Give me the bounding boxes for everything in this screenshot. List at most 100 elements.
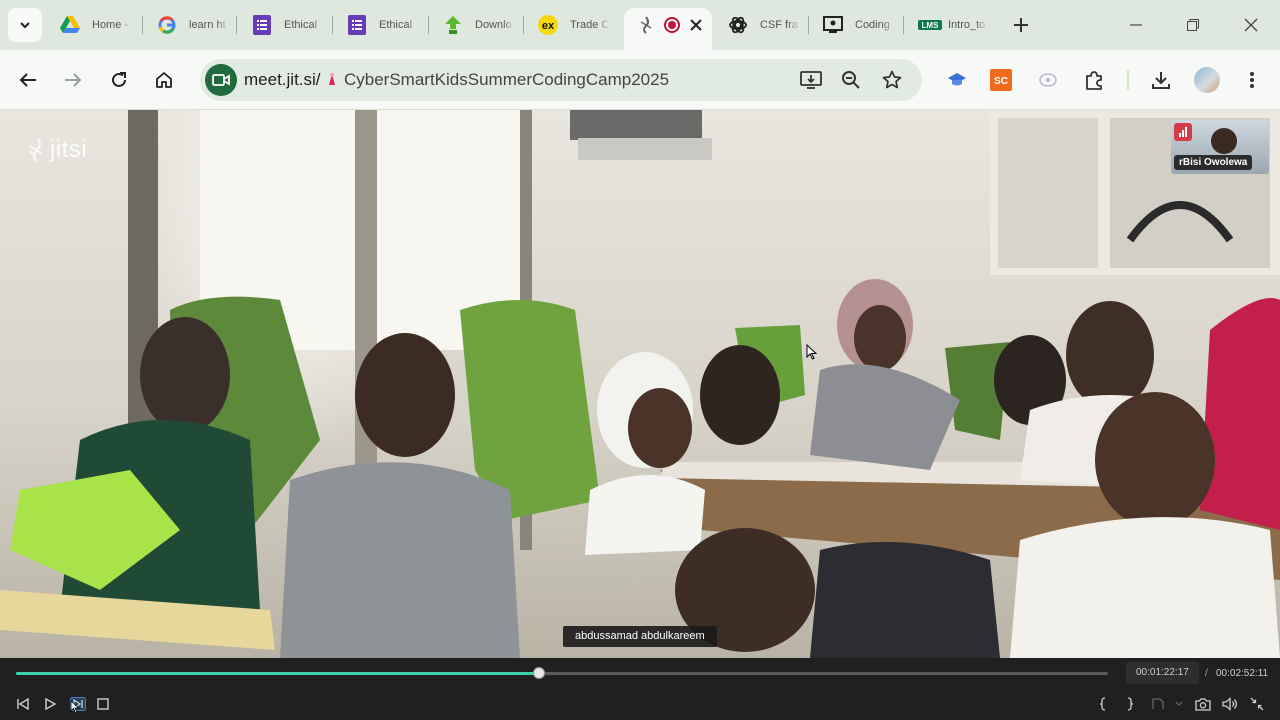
- tab-title: Home -: [92, 19, 129, 31]
- openai-icon: [728, 15, 748, 35]
- restore-button[interactable]: [1178, 10, 1208, 40]
- stop-button[interactable]: [92, 694, 114, 714]
- tab-title: Trade C: [570, 19, 610, 31]
- volume-button[interactable]: [1219, 694, 1241, 714]
- time-separator: /: [1205, 668, 1208, 679]
- plus-icon: [1014, 18, 1028, 32]
- more-vertical-icon: [1250, 72, 1254, 88]
- extension-sc-button[interactable]: SC: [986, 64, 1016, 96]
- close-tab-icon[interactable]: [688, 17, 704, 33]
- extension-pill-button[interactable]: [1033, 64, 1063, 96]
- tab-ethical-2[interactable]: Ethical: [347, 8, 419, 42]
- connection-status-badge[interactable]: [1174, 123, 1192, 141]
- close-window-button[interactable]: [1236, 10, 1266, 40]
- brace-left-icon: [1099, 697, 1106, 711]
- clip-options-button[interactable]: [1168, 694, 1190, 714]
- jitsi-logo: jitsi: [26, 136, 87, 164]
- participant-name: rBisi Owolewa: [1174, 155, 1253, 170]
- install-app-button[interactable]: [796, 65, 826, 95]
- forward-button[interactable]: [57, 64, 89, 96]
- step-back-icon: [17, 698, 29, 710]
- ex-icon: ex: [538, 15, 558, 35]
- sc-extension-icon: SC: [990, 69, 1012, 91]
- tab-title: Ethical: [284, 19, 318, 31]
- clip-export-button[interactable]: [1147, 694, 1169, 714]
- tab-separator: [523, 16, 524, 34]
- collapse-icon: [1250, 697, 1264, 711]
- site-info-button[interactable]: [205, 64, 237, 96]
- camera-icon: [212, 74, 230, 86]
- camera-icon: [1195, 697, 1211, 711]
- mark-out-button[interactable]: [1119, 694, 1141, 714]
- back-button[interactable]: [12, 64, 44, 96]
- tab-strip: Home - learn ht Ethical Ethical Downlo e…: [0, 0, 1280, 50]
- tab-download[interactable]: Downlo: [443, 8, 515, 42]
- seek-bar[interactable]: [16, 667, 1108, 679]
- tab-ethical-1[interactable]: Ethical: [252, 8, 324, 42]
- lms-icon: LMS: [918, 15, 942, 35]
- meeting-video[interactable]: jitsi rBisi Owolewa abdussamad abdulkare…: [0, 110, 1280, 658]
- participant-thumbnail[interactable]: rBisi Owolewa: [1171, 120, 1269, 174]
- signal-bars-icon: [1179, 127, 1187, 137]
- speaker-name-label: abdussamad abdulkareem: [563, 626, 717, 647]
- tab-intro[interactable]: LMS Intro_to: [918, 8, 988, 42]
- extensions-button[interactable]: [1079, 64, 1109, 96]
- install-icon: [800, 71, 822, 89]
- toolbar-divider: [1127, 70, 1129, 90]
- tab-separator: [332, 16, 333, 34]
- bookmark-button[interactable]: [877, 65, 907, 95]
- downloads-button[interactable]: [1146, 64, 1176, 96]
- jitsi-icon: [636, 15, 656, 35]
- download-icon: [1152, 72, 1170, 89]
- play-icon: [45, 698, 57, 710]
- avatar: [1194, 67, 1220, 93]
- total-time: 00:02:52:11: [1216, 668, 1269, 679]
- seek-handle[interactable]: [533, 667, 546, 679]
- tab-csf[interactable]: CSF fra: [728, 8, 800, 42]
- snapshot-button[interactable]: [1192, 694, 1214, 714]
- tab-home[interactable]: Home -: [60, 8, 132, 42]
- google-icon: [157, 15, 177, 35]
- profile-button[interactable]: [1192, 64, 1222, 96]
- download-site-icon: [443, 15, 463, 35]
- reload-icon: [112, 72, 126, 87]
- svg-text:LMS: LMS: [922, 21, 940, 30]
- minimize-button[interactable]: [1121, 10, 1151, 40]
- home-button[interactable]: [148, 64, 180, 96]
- tab-separator: [142, 16, 143, 34]
- graduation-cap-icon: [948, 73, 966, 86]
- tab-separator: [428, 16, 429, 34]
- tab-search-button[interactable]: [8, 8, 42, 42]
- zoom-out-icon: [842, 71, 860, 89]
- close-icon: [1244, 18, 1258, 32]
- classroom-video-frame: [0, 110, 1280, 658]
- extension-graduation-button[interactable]: [942, 64, 972, 96]
- menu-button[interactable]: [1237, 64, 1267, 96]
- chevron-down-icon: [20, 22, 30, 29]
- tab-title: Downlo: [475, 19, 512, 31]
- recording-page-icon: [325, 71, 339, 85]
- tab-separator: [236, 16, 237, 34]
- address-bar[interactable]: meet.jit.si/ CyberSmartKidsSummerCodingC…: [200, 59, 922, 101]
- tab-coding[interactable]: Coding: [823, 8, 895, 42]
- tab-learn[interactable]: learn ht: [157, 8, 229, 42]
- mark-in-button[interactable]: [1092, 694, 1114, 714]
- previous-frame-button[interactable]: [12, 694, 34, 714]
- tab-jitsi-meeting[interactable]: [624, 8, 712, 50]
- url-text: meet.jit.si/ CyberSmartKidsSummerCodingC…: [244, 70, 669, 90]
- reload-button[interactable]: [103, 64, 135, 96]
- tab-title: Intro_to: [948, 19, 986, 31]
- current-time: 00:01:22:17: [1126, 662, 1199, 684]
- recording-icon: [662, 15, 682, 35]
- zoom-button[interactable]: [836, 65, 866, 95]
- tab-trade[interactable]: ex Trade C: [538, 8, 610, 42]
- exit-fullscreen-button[interactable]: [1246, 694, 1268, 714]
- seek-bar-progress: [16, 672, 540, 675]
- tab-title: CSF fra: [760, 19, 798, 31]
- star-icon: [882, 70, 902, 89]
- play-button[interactable]: [39, 694, 61, 714]
- restore-icon: [1187, 19, 1199, 31]
- new-tab-button[interactable]: [1008, 12, 1034, 38]
- mouse-cursor-icon: [806, 344, 818, 360]
- google-forms-icon: [252, 15, 272, 35]
